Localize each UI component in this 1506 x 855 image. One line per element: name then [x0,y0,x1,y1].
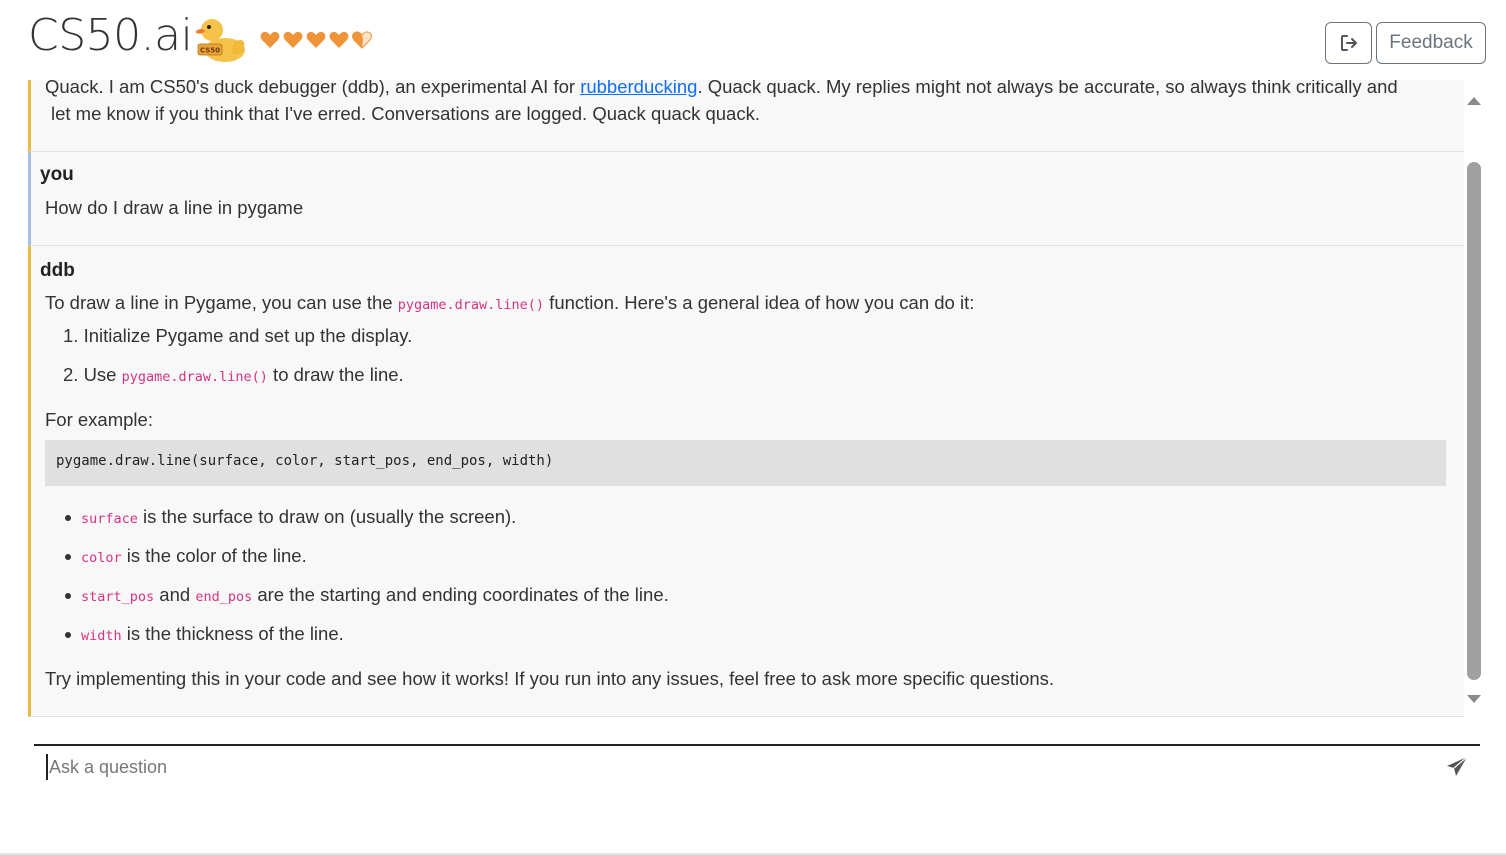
scrollbar-thumb[interactable] [1467,162,1481,680]
intro-message: Quack. I am CS50's duck debugger (ddb), … [28,80,1464,152]
step-1: 1. Initialize Pygame and set up the disp… [63,325,413,346]
input-divider [34,744,1480,746]
feedback-button[interactable]: Feedback [1376,22,1486,64]
heart-full-icon [283,31,303,48]
chat-transcript[interactable]: Quack. I am CS50's duck debugger (ddb), … [28,80,1464,717]
logout-icon [1340,35,1357,51]
param-surface: surface is the surface to draw on (usual… [81,506,517,527]
bot-message: ddb To draw a line in Pygame, you can us… [28,246,1464,717]
answer-closing: Try implementing this in your code and s… [45,668,1055,689]
logout-button[interactable] [1325,22,1372,64]
header: CS50.ai CS50 Feedback [0,0,1506,80]
brand-title: CS50.ai [28,10,193,61]
bullet-dot [65,593,71,599]
heart-full-icon [260,31,280,48]
hearts-rating [260,31,372,49]
bullet-dot [65,632,71,638]
inline-code: pygame.draw.line() [397,297,545,313]
user-message: you How do I draw a line in pygame [28,152,1464,246]
example-label: For example: [45,409,153,430]
heart-full-icon [329,31,349,48]
param-color: color is the color of the line. [81,545,307,566]
question-input[interactable] [46,754,1426,780]
step-2: 2. Use pygame.draw.line() to draw the li… [63,364,404,385]
inline-code: pygame.draw.line() [121,369,268,385]
bullet-dot [65,515,71,521]
scroll-up-arrow[interactable] [1467,97,1481,105]
message-text: How do I draw a line in pygame [45,197,304,218]
bullet-dot [65,554,71,560]
param-width: width is the thickness of the line. [81,623,344,644]
answer-intro: To draw a line in Pygame, you can use th… [45,292,975,313]
scroll-down-arrow[interactable] [1467,695,1481,703]
param-positions: start_pos and end_pos are the starting a… [81,584,669,605]
message-author: ddb [40,260,75,281]
intro-line-2: let me know if you think that I've erred… [51,103,760,124]
duck-badge-text: CS50 [200,47,220,55]
message-author: you [40,164,74,185]
code-block: pygame.draw.line(surface, color, start_p… [45,440,1446,486]
intro-line-1: Quack. I am CS50's duck debugger (ddb), … [45,80,1398,98]
duck-logo-icon: CS50 [196,19,245,62]
heart-full-icon [306,31,326,48]
send-icon[interactable] [1445,756,1469,778]
rubberducking-link[interactable]: rubberducking [580,80,697,97]
heart-partial-icon [352,31,372,49]
